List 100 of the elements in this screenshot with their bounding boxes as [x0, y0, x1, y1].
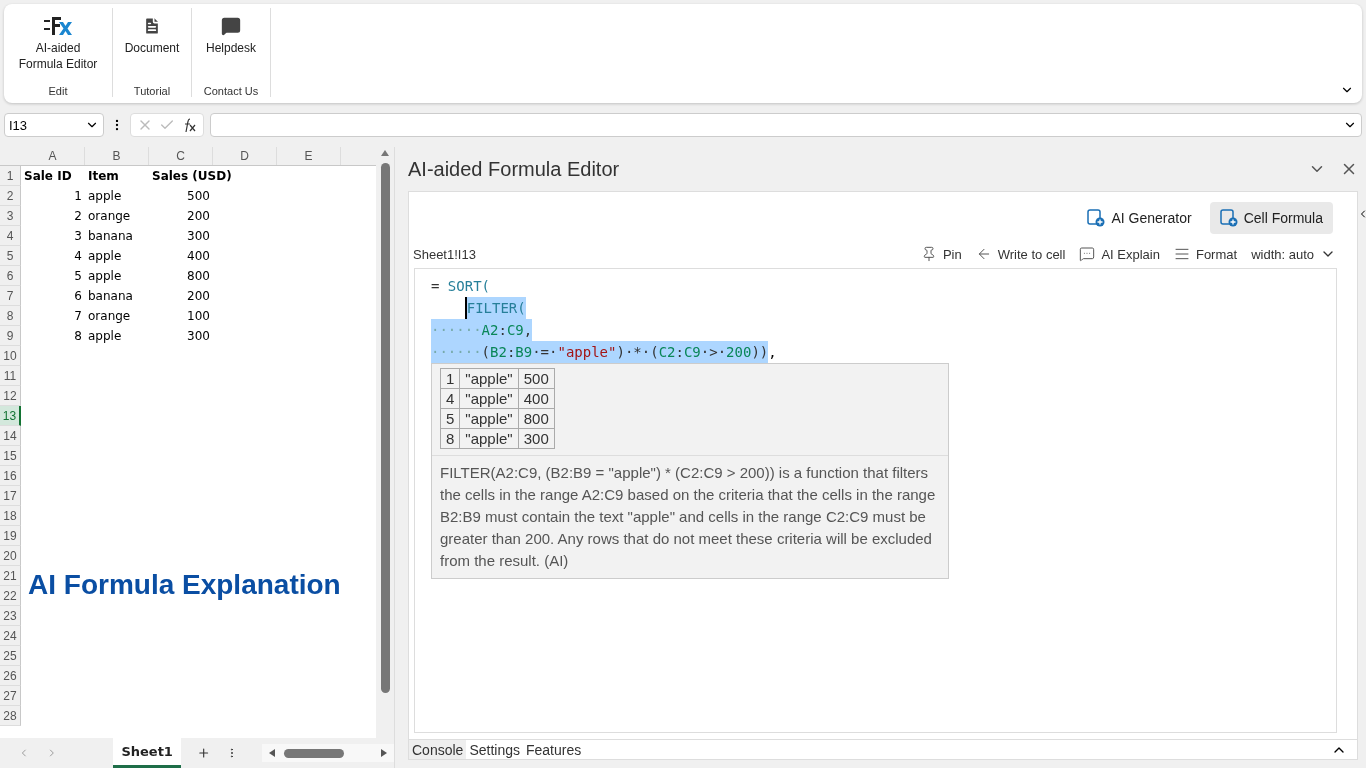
fx-logo-icon [44, 16, 72, 36]
code-line: = SORT( [431, 277, 490, 296]
row-header[interactable]: 27 [0, 686, 21, 706]
row-header[interactable]: 17 [0, 486, 21, 506]
scroll-up-icon[interactable] [380, 149, 390, 157]
width-select[interactable]: width: auto [1244, 246, 1343, 262]
row-header[interactable]: 5 [0, 246, 21, 266]
row-header[interactable]: 12 [0, 386, 21, 406]
column-header[interactable]: B [85, 147, 149, 165]
table-cell: 800 [518, 408, 555, 429]
row-header[interactable]: 4 [0, 226, 21, 246]
table-cell-text: 200 [186, 208, 211, 225]
horizontal-scrollbar[interactable] [262, 744, 394, 762]
mode-tab[interactable]: Cell Formula [1209, 202, 1333, 234]
toolbar-button[interactable]: Format [1166, 246, 1245, 262]
sheet-plus-icon [1219, 209, 1238, 227]
cell-reference: Sheet1!I13 [413, 246, 477, 262]
table-cell-text: 300 [186, 228, 211, 245]
table-cell-text: 4 [73, 248, 83, 265]
group-label: Edit [48, 85, 68, 97]
table-cell-text: apple [87, 328, 123, 345]
row-header[interactable]: 19 [0, 526, 21, 546]
row-header[interactable]: 6 [0, 266, 21, 286]
row-header[interactable]: 1 [0, 166, 21, 186]
table-cell: 400 [518, 388, 555, 409]
table-cell-text: 3 [73, 228, 83, 245]
table-cell-text: 200 [186, 288, 211, 305]
table-cell: 300 [518, 428, 555, 449]
table-cell-text: orange [87, 308, 132, 325]
row-header[interactable]: 22 [0, 586, 21, 606]
lines-icon [1173, 246, 1190, 262]
table-cell-text: Item [87, 168, 120, 185]
row-header[interactable]: 16 [0, 466, 21, 486]
table-cell-text: 500 [186, 188, 211, 205]
row-header[interactable]: 7 [0, 286, 21, 306]
column-header[interactable]: C [149, 147, 213, 165]
row-header[interactable]: 2 [0, 186, 21, 206]
table-cell: 1 [440, 368, 460, 389]
column-header[interactable]: E [277, 147, 341, 165]
overlay-title: AI Formula Explanation [28, 569, 341, 601]
group-label: Contact Us [203, 85, 259, 97]
table-cell: 4 [440, 388, 460, 409]
code-text: , [768, 343, 777, 362]
toolbar-button[interactable]: AI Explain [1072, 246, 1167, 262]
bottom-tab[interactable]: Console [409, 740, 467, 759]
table-cell-text: banana [87, 288, 134, 305]
table-cell-text: 800 [186, 268, 211, 285]
mode-tab[interactable]: AI Generator [1077, 202, 1202, 234]
row-header[interactable]: 15 [0, 446, 21, 466]
row-header[interactable]: 26 [0, 666, 21, 686]
scroll-left-icon[interactable] [268, 748, 276, 758]
table-cell: "apple" [459, 368, 519, 389]
row-header[interactable]: 24 [0, 626, 21, 646]
table-cell: "apple" [459, 428, 519, 449]
ribbon-button[interactable]: AI-aided Formula Editor [10, 14, 106, 79]
scroll-right-icon[interactable] [380, 748, 388, 758]
table-cell-text: 2 [73, 208, 83, 225]
table-cell: 5 [440, 408, 460, 429]
row-header[interactable]: 21 [0, 566, 21, 586]
table-cell-text: 100 [186, 308, 211, 325]
table-cell-text: apple [87, 268, 123, 285]
column-header[interactable]: A [21, 147, 85, 165]
table-cell: 500 [518, 368, 555, 389]
sheet-tab[interactable]: Sheet1 [113, 738, 181, 768]
ribbon-button[interactable]: Helpdesk [198, 14, 264, 79]
row-header[interactable]: 9 [0, 326, 21, 346]
row-header[interactable]: 23 [0, 606, 21, 626]
table-cell-text: 6 [73, 288, 83, 305]
table-cell-text: orange [87, 208, 132, 225]
table-cell: "apple" [459, 388, 519, 409]
row-header[interactable]: 25 [0, 646, 21, 666]
table-cell-text: 8 [73, 328, 83, 345]
row-header[interactable]: 11 [0, 366, 21, 386]
bottom-tab[interactable]: Settings [466, 740, 523, 759]
table-cell-text: 5 [73, 268, 83, 285]
table-cell-text: apple [87, 188, 123, 205]
table-cell-text: 300 [186, 328, 211, 345]
name-box[interactable]: I13 [4, 113, 104, 137]
table-cell-text: 400 [186, 248, 211, 265]
table-cell: "apple" [459, 408, 519, 429]
pane-title: AI-aided Formula Editor [408, 157, 621, 181]
row-header[interactable]: 18 [0, 506, 21, 526]
row-header[interactable]: 8 [0, 306, 21, 326]
toolbar-button[interactable]: Pin [913, 246, 969, 262]
row-header[interactable]: 13 [0, 406, 21, 426]
row-header[interactable]: 14 [0, 426, 21, 446]
chat-icon [221, 16, 241, 36]
group-label: Tutorial [133, 85, 171, 97]
toolbar-button[interactable]: Write to cell [968, 246, 1073, 262]
table-cell-text: Sales (USD) [151, 168, 233, 185]
bottom-tab[interactable]: Features [522, 740, 585, 759]
ribbon-button[interactable]: Document [119, 14, 185, 79]
formula-input[interactable] [210, 113, 1362, 137]
row-header[interactable]: 20 [0, 546, 21, 566]
column-header[interactable]: D [213, 147, 277, 165]
row-header[interactable]: 28 [0, 706, 21, 726]
table-cell-text: banana [87, 228, 134, 245]
row-header[interactable]: 10 [0, 346, 21, 366]
explanation-text: FILTER(A2:C9, (B2:B9 = "apple") * (C2:C9 > 200)) is a function that filters the cells in the range A2:C9 based on the criteria that the cells in the range B2:B9 must contain the text "apple" and cells in the range C2:C9 must be greater than 200. Any rows that do not meet these criteria will be excluded from the result. (AI) [432, 455, 948, 578]
row-header[interactable]: 3 [0, 206, 21, 226]
